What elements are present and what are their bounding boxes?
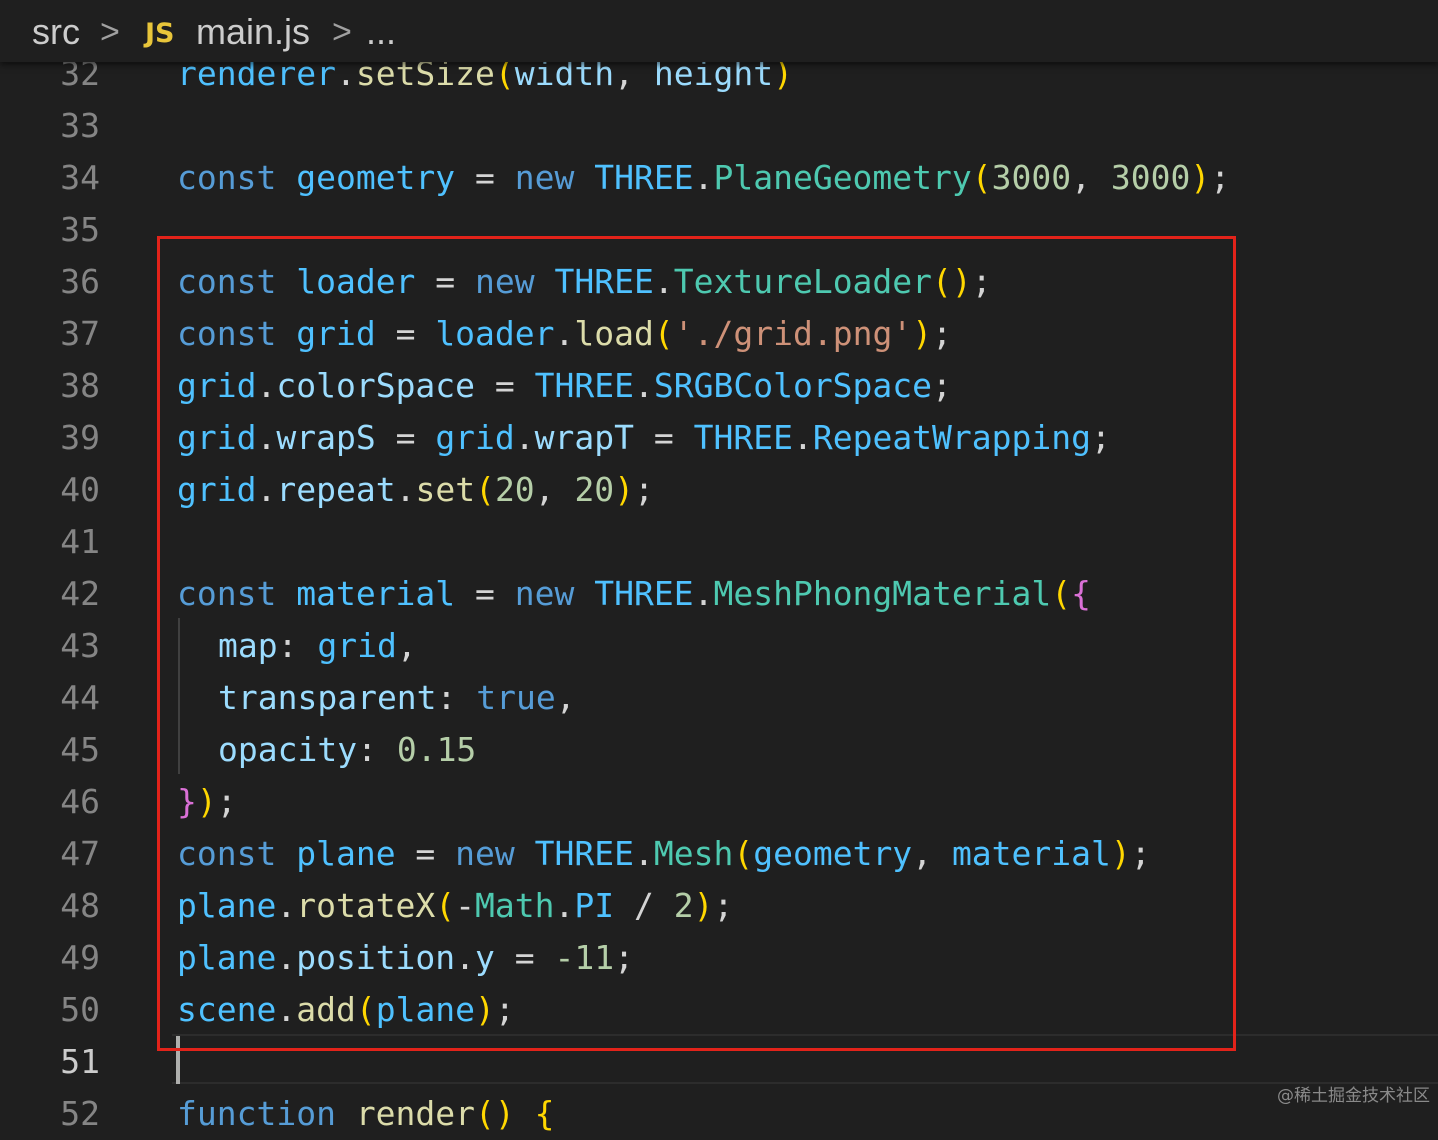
- code-text[interactable]: const geometry = new THREE.PlaneGeometry…: [177, 152, 1230, 204]
- code-token: (: [971, 158, 992, 197]
- line-number: 37: [60, 314, 100, 353]
- line-number: 36: [60, 262, 100, 301]
- line-number: 39: [60, 418, 100, 457]
- line-number: 35: [60, 210, 100, 249]
- line-number: 42: [60, 574, 100, 613]
- line-number: 52: [60, 1094, 100, 1133]
- code-line[interactable]: 33: [0, 100, 1438, 152]
- code-editor[interactable]: 32 renderer.setSize(width, height) 33 34 con…: [0, 0, 1438, 1133]
- chevron-right-icon: >: [100, 13, 120, 51]
- line-number: 33: [60, 106, 100, 145]
- code-token: =: [455, 158, 515, 197]
- line-number: 41: [60, 522, 100, 561]
- watermark: @稀土掘金技术社区: [1277, 1086, 1430, 1106]
- line-number: 51: [60, 1042, 100, 1081]
- line-number: 38: [60, 366, 100, 405]
- breadcrumb-file[interactable]: main.js: [196, 12, 310, 52]
- line-number: 45: [60, 730, 100, 769]
- line-number: 40: [60, 470, 100, 509]
- chevron-right-icon: >: [332, 13, 352, 51]
- line-number: 49: [60, 938, 100, 977]
- code-line[interactable]: 34 const geometry = new THREE.PlaneGeomet…: [0, 152, 1438, 204]
- code-token: {: [534, 1094, 555, 1133]
- line-number: 46: [60, 782, 100, 821]
- code-token: 3000: [991, 158, 1072, 197]
- code-token: 3000: [1110, 158, 1191, 197]
- code-token: .: [693, 158, 714, 197]
- code-token: new: [514, 158, 595, 197]
- line-number: 34: [60, 158, 100, 197]
- code-token: THREE: [594, 158, 694, 197]
- line-number: 44: [60, 678, 100, 717]
- code-token: ): [1190, 158, 1211, 197]
- code-token: geometry: [296, 158, 456, 197]
- breadcrumb-symbol-more[interactable]: ...: [366, 12, 396, 52]
- javascript-file-icon: JS: [145, 18, 175, 49]
- code-token: PlaneGeometry: [713, 158, 972, 197]
- line-number: 47: [60, 834, 100, 873]
- code-token: function: [177, 1094, 356, 1133]
- breadcrumb: src > JS main.js > ...: [0, 0, 1438, 62]
- line-number: 48: [60, 886, 100, 925]
- code-token: (): [475, 1094, 535, 1133]
- code-token: render: [355, 1094, 476, 1133]
- code-text[interactable]: function render() {: [177, 1088, 555, 1140]
- line-number: 50: [60, 990, 100, 1029]
- code-token: const: [177, 158, 297, 197]
- code-token: ;: [1210, 158, 1231, 197]
- highlight-annotation-box: [157, 236, 1236, 1051]
- line-number: 43: [60, 626, 100, 665]
- code-line[interactable]: 52 function render() {: [0, 1088, 1438, 1140]
- breadcrumb-folder[interactable]: src: [32, 12, 80, 52]
- code-token: ,: [1071, 158, 1111, 197]
